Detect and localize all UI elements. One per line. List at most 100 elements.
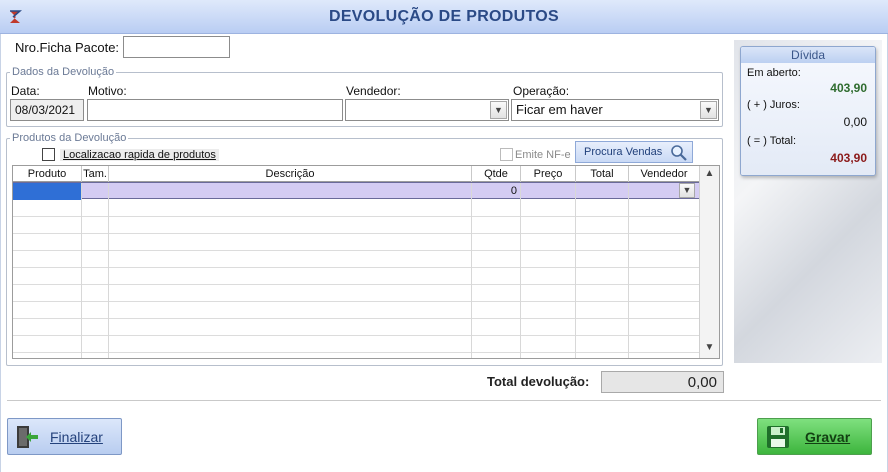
table-cell[interactable] [629,268,699,285]
table-row[interactable] [13,319,699,336]
col-header-produto[interactable]: Produto [13,166,82,182]
table-cell[interactable] [629,200,699,217]
table-cell[interactable] [521,302,576,319]
quick-search-label[interactable]: Localizacao rapida de produtos [60,149,219,161]
motivo-input[interactable] [87,99,343,121]
cell-tam[interactable] [82,183,109,200]
table-cell[interactable] [576,251,629,268]
table-cell[interactable] [109,353,472,358]
table-row[interactable] [13,302,699,319]
table-cell[interactable] [109,200,472,217]
table-cell[interactable] [472,268,521,285]
table-cell[interactable] [576,217,629,234]
table-row[interactable] [13,234,699,251]
table-cell[interactable] [109,268,472,285]
table-cell[interactable] [109,319,472,336]
table-cell[interactable] [13,285,82,302]
table-cell[interactable] [109,234,472,251]
table-row[interactable] [13,251,699,268]
table-cell[interactable] [472,285,521,302]
table-cell[interactable] [576,268,629,285]
table-cell[interactable] [82,268,109,285]
col-header-tam[interactable]: Tam. [82,166,109,182]
table-cell[interactable] [521,234,576,251]
table-cell[interactable] [576,285,629,302]
table-cell[interactable] [521,353,576,358]
table-cell[interactable] [13,268,82,285]
table-cell[interactable] [13,251,82,268]
table-cell[interactable] [472,200,521,217]
table-cell[interactable] [13,200,82,217]
table-cell[interactable] [13,302,82,319]
table-row[interactable] [13,268,699,285]
gravar-button[interactable]: Gravar [757,418,872,455]
table-cell[interactable] [13,234,82,251]
table-cell[interactable] [576,319,629,336]
table-row[interactable] [13,285,699,302]
quick-search-checkbox[interactable] [42,148,55,161]
table-cell[interactable] [82,217,109,234]
table-cell[interactable] [629,234,699,251]
table-cell[interactable] [576,353,629,358]
table-cell[interactable] [521,251,576,268]
table-cell[interactable] [13,336,82,353]
table-cell[interactable] [82,319,109,336]
table-row[interactable] [13,353,699,358]
table-cell[interactable] [472,319,521,336]
cell-qtde[interactable]: 0 [472,183,521,200]
cell-descricao[interactable] [109,183,472,200]
table-cell[interactable] [472,302,521,319]
cell-preco[interactable] [521,183,576,200]
table-cell[interactable] [472,336,521,353]
finalizar-button[interactable]: Finalizar [7,418,122,455]
col-header-preco[interactable]: Preço [521,166,576,182]
table-cell[interactable] [82,234,109,251]
chevron-down-icon[interactable]: ▼ [679,183,695,198]
chevron-down-icon[interactable]: ▼ [490,101,507,119]
table-cell[interactable] [521,268,576,285]
col-header-qtde[interactable]: Qtde [472,166,521,182]
table-cell[interactable] [629,251,699,268]
cell-total[interactable] [576,183,629,200]
table-cell[interactable] [576,302,629,319]
table-row[interactable] [13,217,699,234]
table-cell[interactable] [629,353,699,358]
table-cell[interactable] [82,251,109,268]
table-cell[interactable] [472,353,521,358]
table-cell[interactable] [576,234,629,251]
table-cell[interactable] [13,217,82,234]
table-cell[interactable] [109,251,472,268]
table-cell[interactable] [521,319,576,336]
table-cell[interactable] [472,217,521,234]
table-row[interactable] [13,200,699,217]
table-cell[interactable] [629,217,699,234]
table-row[interactable] [13,336,699,353]
vendedor-select[interactable] [345,99,509,121]
table-cell[interactable] [109,217,472,234]
scroll-up-icon[interactable]: ▲ [703,168,716,182]
table-cell[interactable] [521,285,576,302]
table-cell[interactable] [521,336,576,353]
table-cell[interactable] [109,285,472,302]
table-cell[interactable] [521,200,576,217]
table-cell[interactable] [576,336,629,353]
table-cell[interactable] [472,234,521,251]
table-cell[interactable] [472,251,521,268]
table-cell[interactable] [629,285,699,302]
table-row[interactable]: 0 ▼ [13,182,699,200]
col-header-descricao[interactable]: Descrição [109,166,472,182]
table-cell[interactable] [13,353,82,358]
procura-vendas-button[interactable]: Procura Vendas [575,141,693,163]
table-cell[interactable] [13,319,82,336]
chevron-down-icon[interactable]: ▼ [700,101,717,119]
table-cell[interactable] [82,336,109,353]
emite-nfe-checkbox[interactable] [500,148,513,161]
col-header-vendedor[interactable]: Vendedor [629,166,699,182]
table-cell[interactable] [576,200,629,217]
cell-produto[interactable] [13,183,82,200]
table-cell[interactable] [629,336,699,353]
table-cell[interactable] [629,302,699,319]
data-field[interactable]: 08/03/2021 [10,99,84,121]
table-cell[interactable] [109,336,472,353]
table-cell[interactable] [521,217,576,234]
